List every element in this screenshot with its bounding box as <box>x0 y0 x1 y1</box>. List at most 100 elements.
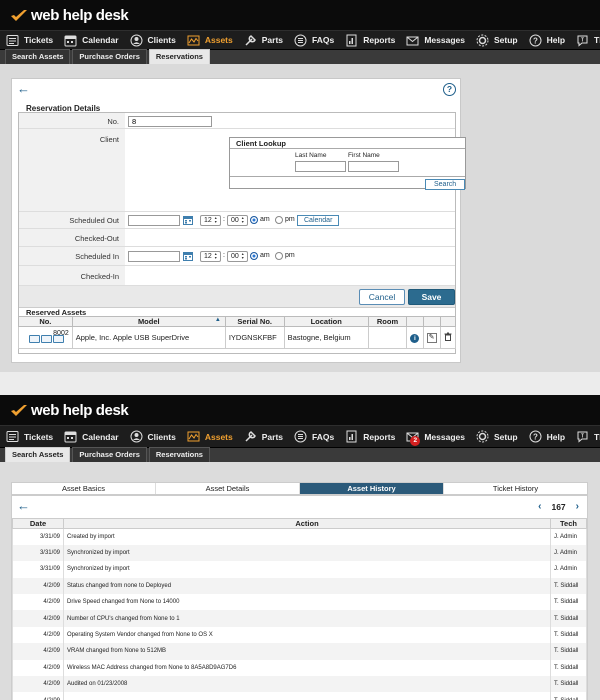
asset-detail-icon[interactable] <box>41 335 52 343</box>
logo-bar: web help desk <box>0 0 600 30</box>
app-logo[interactable]: web help desk <box>10 7 129 24</box>
asset-link-icon[interactable] <box>53 335 64 343</box>
subtab-purchase-orders[interactable]: Purchase Orders <box>72 49 147 64</box>
prev-page-icon[interactable]: ‹ <box>538 501 541 512</box>
scheduled-in-am-radio[interactable] <box>250 252 258 260</box>
nav-parts[interactable]: Parts <box>244 34 283 47</box>
subtab-reservations[interactable]: Reservations <box>148 49 210 64</box>
column-header[interactable]: Location <box>283 316 369 327</box>
tickets-icon <box>6 34 19 46</box>
scheduled-out-date-input[interactable] <box>128 215 180 226</box>
nav-calendar[interactable]: Calendar <box>64 430 119 443</box>
tab-asset-history[interactable]: Asset History <box>300 483 444 494</box>
scheduled-out-hour-select[interactable]: 12 <box>200 215 221 226</box>
save-button[interactable]: Save <box>408 289 455 305</box>
reservation-no-field[interactable]: 8 <box>128 116 212 127</box>
calendar-button[interactable]: Calendar <box>297 215 340 226</box>
nav-parts[interactable]: Parts <box>244 430 283 443</box>
first-name-input[interactable] <box>348 161 399 172</box>
asset-subtabs: Search Assets Purchase Orders Reservatio… <box>0 447 600 462</box>
tab-asset-details[interactable]: Asset Details <box>156 483 300 494</box>
scheduled-in-minute-select[interactable]: 00 <box>227 251 248 262</box>
assets-icon <box>187 35 200 45</box>
back-arrow-icon[interactable]: ← <box>17 498 30 513</box>
tab-asset-basics[interactable]: Asset Basics <box>12 483 156 494</box>
nav-thwack[interactable]: T Thwack <box>576 430 600 443</box>
table-row[interactable]: 3/31/09 Synchronized by import J. Admin <box>12 561 587 578</box>
no-label: No. <box>107 117 119 126</box>
next-page-icon[interactable]: › <box>576 501 579 512</box>
nav-clients[interactable]: Clients <box>130 34 176 47</box>
calendar-picker-icon[interactable] <box>183 251 193 261</box>
scheduled-in-row: Scheduled In 12 : 00 am pm <box>19 247 455 266</box>
column-header[interactable]: Tech <box>550 518 587 529</box>
scheduled-in-date-input[interactable] <box>128 251 180 262</box>
scheduled-out-am-radio[interactable] <box>250 216 258 224</box>
column-header[interactable]: Date <box>12 518 64 529</box>
nav-thwack[interactable]: T Thwack <box>576 34 600 47</box>
asset-type-icon[interactable] <box>29 335 40 343</box>
calendar-picker-icon[interactable] <box>183 215 193 225</box>
column-header[interactable]: Serial No. <box>224 316 285 327</box>
nav-help[interactable]: ? Help <box>529 430 565 443</box>
history-action: Synchronized by import <box>63 544 551 562</box>
table-row[interactable]: 3/31/09 Synchronized by import J. Admin <box>12 544 587 562</box>
nav-calendar[interactable]: Calendar <box>64 34 119 47</box>
scheduled-in-pm-radio[interactable] <box>275 252 283 260</box>
table-row[interactable]: 4/2/09 Wireless MAC Address changed from … <box>12 659 587 677</box>
app-logo[interactable]: web help desk <box>10 402 129 419</box>
edit-icon[interactable]: ✎ <box>426 333 437 343</box>
nav-label: Setup <box>493 35 518 45</box>
nav-setup[interactable]: Setup <box>476 34 518 47</box>
table-row[interactable]: 4/2/09 Number of CPU's changed from None … <box>12 610 587 627</box>
nav-messages[interactable]: Messages 2 <box>406 430 465 446</box>
table-row[interactable]: 4/2/09 T. Siddall <box>12 692 587 700</box>
tab-ticket-history[interactable]: Ticket History <box>444 483 587 494</box>
help-circle-icon[interactable]: ? <box>443 83 456 96</box>
asset-tabs: Asset Basics Asset Details Asset History… <box>11 482 588 495</box>
cancel-button[interactable]: Cancel <box>359 289 405 305</box>
nav-clients[interactable]: Clients <box>130 430 176 443</box>
subtab-purchase-orders[interactable]: Purchase Orders <box>72 447 147 462</box>
subtab-search-assets[interactable]: Search Assets <box>5 447 71 462</box>
nav-tickets[interactable]: Tickets <box>6 34 53 47</box>
table-row[interactable]: 4/2/09 Audited on 01/23/2008 T. Siddall <box>12 676 587 693</box>
nav-messages[interactable]: Messages <box>406 34 465 47</box>
svg-text:?: ? <box>533 36 538 45</box>
nav-assets[interactable]: Assets <box>187 430 233 443</box>
nav-setup[interactable]: Setup <box>476 430 518 443</box>
table-row[interactable]: 4/2/09 VRAM changed from None to 512MB T. … <box>12 643 587 660</box>
subtab-reservations[interactable]: Reservations <box>148 447 210 462</box>
table-row[interactable]: 8002 Apple, Inc. Apple USB SuperDrive IY… <box>18 326 457 349</box>
table-row[interactable]: 4/2/09 Operating System Vendor changed fr… <box>12 626 587 644</box>
history-tech: J. Admin <box>550 561 587 578</box>
nav-reports[interactable]: Reports <box>345 430 395 443</box>
history-tech: T. Siddall <box>550 659 587 677</box>
table-row[interactable]: 4/2/09 Status changed from none to Deploy… <box>12 577 587 595</box>
last-name-input[interactable] <box>295 161 346 172</box>
table-row[interactable]: 4/2/09 Drive Speed changed from None to 1… <box>12 594 587 611</box>
table-row[interactable]: 3/31/09 Created by import J. Admin <box>12 528 587 545</box>
nav-faqs[interactable]: FAQs <box>294 430 334 443</box>
subtab-search-assets[interactable]: Search Assets <box>5 49 71 64</box>
nav-tickets[interactable]: Tickets <box>6 430 53 443</box>
history-date: 4/2/09 <box>12 692 64 700</box>
scheduled-out-pm-radio[interactable] <box>275 216 283 224</box>
client-search-button[interactable]: Search <box>425 179 466 190</box>
info-icon[interactable]: i <box>410 333 420 343</box>
scheduled-out-minute-select[interactable]: 00 <box>227 215 248 226</box>
column-header[interactable]: Model ▲ <box>71 316 226 327</box>
assets-icon <box>187 431 200 442</box>
scheduled-in-hour-select[interactable]: 12 <box>200 251 221 262</box>
column-header[interactable]: Room <box>367 316 408 327</box>
nav-help[interactable]: ? Help <box>529 34 565 47</box>
nav-reports[interactable]: Reports <box>345 34 395 47</box>
setup-icon <box>476 430 489 443</box>
column-header[interactable]: No. <box>18 316 73 327</box>
trash-icon[interactable] <box>444 332 452 341</box>
back-arrow-icon[interactable]: ← <box>17 81 30 96</box>
history-tech: T. Siddall <box>550 692 587 700</box>
nav-faqs[interactable]: FAQs <box>294 34 334 47</box>
column-header[interactable]: Action <box>63 518 551 529</box>
nav-assets[interactable]: Assets <box>187 34 233 47</box>
